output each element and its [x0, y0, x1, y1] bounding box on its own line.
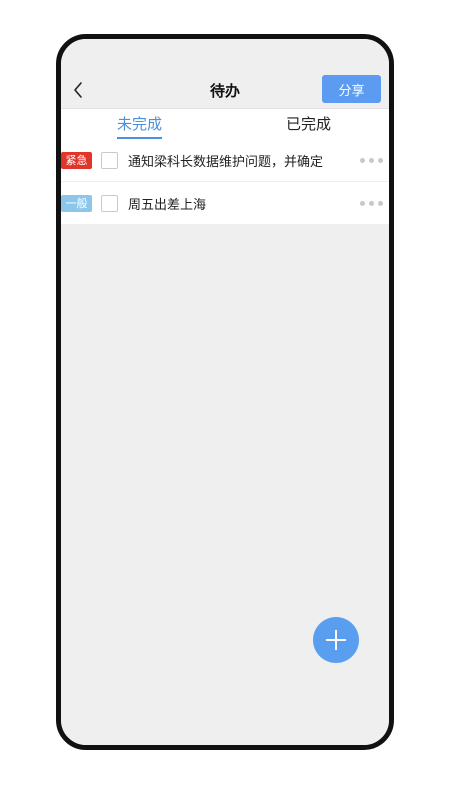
tab-incomplete[interactable]: 未完成 — [117, 113, 163, 139]
todo-checkbox[interactable] — [101, 194, 118, 212]
more-dots-icon[interactable] — [360, 153, 389, 167]
priority-badge-normal: 一般 — [61, 194, 92, 212]
priority-badge-urgent: 紧急 — [61, 151, 92, 169]
share-button[interactable]: 分享 — [322, 75, 381, 103]
todo-text: 通知梁科长数据维护问题，并确定 — [128, 154, 324, 170]
tab-completed[interactable]: 已完成 — [286, 113, 331, 134]
todo-checkbox[interactable] — [101, 151, 118, 169]
todo-text: 周五出差上海 — [128, 197, 207, 213]
more-dots-icon[interactable] — [360, 196, 389, 210]
add-todo-button[interactable] — [313, 617, 359, 663]
screen: 待办 分享 未完成 已完成 紧急 通知梁科长数据维护问题，并确定 一般 周五出差… — [61, 39, 389, 745]
todo-row[interactable]: 一般 周五出差上海 — [61, 182, 389, 225]
phone-frame: 待办 分享 未完成 已完成 紧急 通知梁科长数据维护问题，并确定 一般 周五出差… — [56, 34, 394, 750]
todo-row[interactable]: 紧急 通知梁科长数据维护问题，并确定 — [61, 139, 389, 182]
nav-bar: 待办 分享 — [61, 72, 389, 108]
todo-list: 紧急 通知梁科长数据维护问题，并确定 一般 周五出差上海 — [61, 139, 389, 225]
